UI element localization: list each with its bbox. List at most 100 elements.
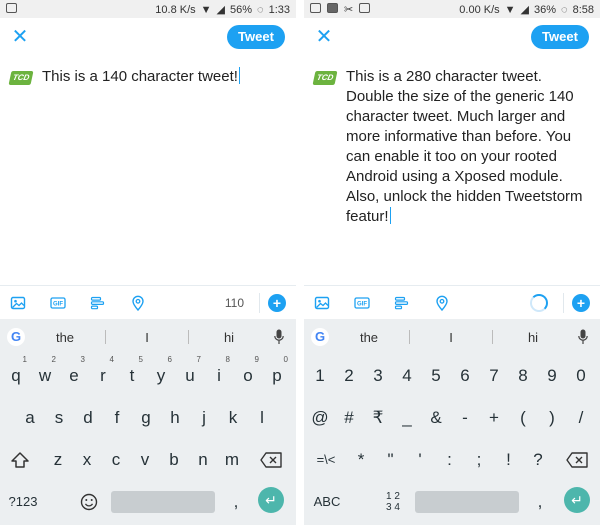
abc-key[interactable]: ABC [310, 485, 344, 519]
key-u[interactable]: u7 [177, 355, 203, 393]
key-7[interactable]: 7 [481, 359, 507, 393]
key-d[interactable]: d [75, 401, 101, 435]
key-label: ! [506, 450, 511, 469]
key-t[interactable]: t5 [119, 355, 145, 393]
key-*[interactable]: * [348, 443, 374, 477]
suggestion-1[interactable]: the [349, 330, 389, 345]
network-speed: 10.8 K/s [155, 3, 196, 16]
key-label: 1 [315, 366, 325, 385]
google-icon[interactable]: G [7, 328, 25, 346]
key-)[interactable]: ) [539, 401, 565, 435]
key-3[interactable]: 3 [365, 359, 391, 393]
key-e[interactable]: e3 [61, 355, 87, 393]
key-_[interactable]: _ [394, 401, 420, 435]
mic-icon[interactable] [578, 329, 588, 345]
numpad-key[interactable]: 1 2 3 4 [382, 491, 404, 525]
key-?[interactable]: ? [525, 443, 551, 477]
space-bar[interactable] [415, 491, 519, 513]
key-&[interactable]: & [423, 401, 449, 435]
shift-icon[interactable] [10, 451, 30, 469]
tweet-input[interactable]: This is a 140 character tweet! [42, 67, 286, 87]
key-g[interactable]: g [133, 401, 159, 435]
key-@[interactable]: @ [307, 401, 333, 435]
key-:[interactable]: : [437, 443, 463, 477]
space-bar[interactable] [111, 491, 215, 513]
symbols-key[interactable]: ?123 [4, 485, 42, 519]
tweet-button[interactable]: Tweet [227, 25, 285, 49]
backspace-icon[interactable] [260, 452, 282, 468]
key-f[interactable]: f [104, 401, 130, 435]
gif-icon[interactable]: GIF [354, 295, 370, 311]
comma-key[interactable]: , [530, 485, 550, 519]
key-;[interactable]: ; [466, 443, 492, 477]
key--[interactable]: - [452, 401, 478, 435]
backspace-icon[interactable] [566, 452, 588, 468]
key-([interactable]: ( [510, 401, 536, 435]
key-p[interactable]: p0 [264, 355, 290, 393]
key-w[interactable]: w2 [32, 355, 58, 393]
emoji-icon[interactable] [80, 493, 98, 511]
key-9[interactable]: 9 [539, 359, 565, 393]
key-2[interactable]: 2 [336, 359, 362, 393]
key-₹[interactable]: ₹ [365, 401, 391, 435]
key-v[interactable]: v [132, 443, 158, 477]
poll-icon[interactable] [394, 295, 410, 311]
key-+[interactable]: + [481, 401, 507, 435]
key-c[interactable]: c [103, 443, 129, 477]
comma-key[interactable]: , [226, 485, 246, 519]
suggestion-2[interactable]: I [431, 330, 471, 345]
tweet-input[interactable]: This is a 280 character tweet. Double th… [346, 67, 590, 227]
mic-icon[interactable] [274, 329, 284, 345]
add-icon[interactable]: + [268, 294, 286, 312]
image-icon[interactable] [314, 295, 330, 311]
poll-icon[interactable] [90, 295, 106, 311]
location-icon[interactable] [434, 295, 450, 311]
key-l[interactable]: l [249, 401, 275, 435]
key-n[interactable]: n [190, 443, 216, 477]
key-k[interactable]: k [220, 401, 246, 435]
key-#[interactable]: # [336, 401, 362, 435]
key-/[interactable]: / [568, 401, 594, 435]
key-a[interactable]: a [17, 401, 43, 435]
suggestion-1[interactable]: the [45, 330, 85, 345]
key-"[interactable]: " [378, 443, 404, 477]
key-q[interactable]: q1 [3, 355, 29, 393]
key-0[interactable]: 0 [568, 359, 594, 393]
key-![interactable]: ! [496, 443, 522, 477]
suggestion-bar: G the I hi [304, 319, 600, 355]
key-y[interactable]: y6 [148, 355, 174, 393]
key-h[interactable]: h [162, 401, 188, 435]
suggestion-2[interactable]: I [127, 330, 167, 345]
tweet-button[interactable]: Tweet [531, 25, 589, 49]
key-label: h [170, 408, 180, 427]
key-j[interactable]: j [191, 401, 217, 435]
suggestion-3[interactable]: hi [209, 330, 249, 345]
suggestion-3[interactable]: hi [513, 330, 553, 345]
location-icon[interactable] [130, 295, 146, 311]
key-'[interactable]: ' [407, 443, 433, 477]
enter-icon[interactable]: ↵ [258, 487, 284, 513]
enter-icon[interactable]: ↵ [564, 487, 590, 513]
key-z[interactable]: z [45, 443, 71, 477]
key-s[interactable]: s [46, 401, 72, 435]
key-r[interactable]: r4 [90, 355, 116, 393]
key-m[interactable]: m [219, 443, 245, 477]
google-icon[interactable]: G [311, 328, 329, 346]
close-icon[interactable]: ✕ [315, 27, 333, 47]
compose-toolbar: GIF 110 + [0, 285, 296, 319]
key-5[interactable]: 5 [423, 359, 449, 393]
close-icon[interactable]: ✕ [11, 27, 29, 47]
key-b[interactable]: b [161, 443, 187, 477]
key-i[interactable]: i8 [206, 355, 232, 393]
key-label: r [100, 366, 106, 385]
key-o[interactable]: o9 [235, 355, 261, 393]
add-icon[interactable]: + [572, 294, 590, 312]
more-symbols-key[interactable]: =\< [310, 443, 342, 477]
key-1[interactable]: 1 [307, 359, 333, 393]
key-4[interactable]: 4 [394, 359, 420, 393]
gif-icon[interactable]: GIF [50, 295, 66, 311]
key-6[interactable]: 6 [452, 359, 478, 393]
key-x[interactable]: x [74, 443, 100, 477]
image-icon[interactable] [10, 295, 26, 311]
key-8[interactable]: 8 [510, 359, 536, 393]
